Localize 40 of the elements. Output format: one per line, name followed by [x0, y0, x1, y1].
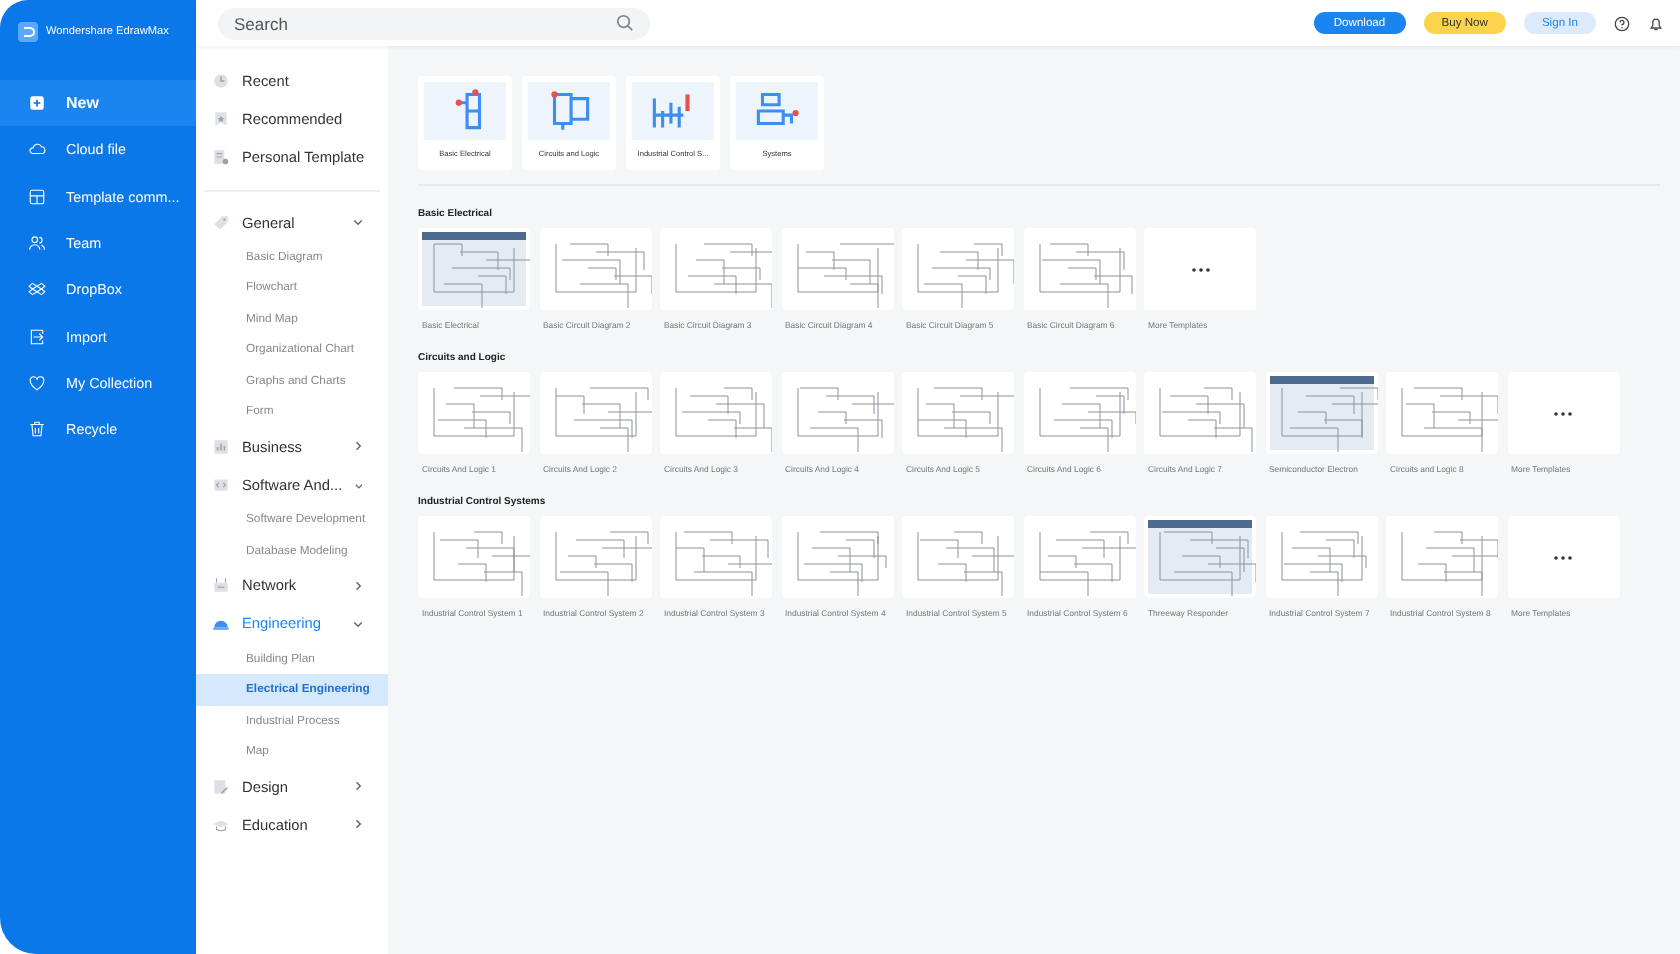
bell-icon[interactable]	[1648, 15, 1664, 31]
import-icon	[28, 327, 46, 346]
chevron-icon	[352, 818, 364, 831]
help-icon[interactable]	[1614, 15, 1630, 31]
trash-icon	[28, 420, 46, 439]
circuit-diagram-thumbnail	[418, 228, 530, 310]
team-icon	[28, 234, 46, 253]
circuit-diagram-thumbnail	[1144, 516, 1256, 598]
new-icon	[28, 94, 46, 113]
chevron-icon	[352, 617, 364, 630]
circuit-icon	[632, 82, 714, 140]
search-icon	[616, 14, 634, 32]
doc-icon	[212, 148, 230, 167]
clock-icon	[212, 72, 230, 91]
cap-icon	[212, 815, 230, 834]
code-icon	[212, 476, 230, 495]
chart-icon	[212, 437, 230, 456]
circuit-icon	[736, 82, 818, 140]
network-icon	[212, 576, 230, 595]
chevron-icon	[352, 579, 364, 592]
chevron-icon	[354, 479, 364, 492]
chevron-icon	[352, 216, 364, 229]
chevron-icon	[352, 780, 364, 793]
pen-icon	[212, 777, 230, 796]
logo-icon	[18, 21, 38, 41]
star-icon	[212, 110, 230, 129]
circuit-icon	[528, 82, 610, 140]
more-button[interactable]	[1507, 372, 1619, 454]
more-button[interactable]	[1144, 228, 1256, 310]
cloud-icon	[28, 140, 46, 159]
more-button[interactable]	[1507, 516, 1619, 598]
circuit-icon	[424, 82, 506, 140]
tag-icon	[212, 213, 230, 232]
search-field[interactable]: Search	[218, 7, 650, 39]
sidebar-item[interactable]: New	[0, 80, 196, 127]
circuit-diagram-thumbnail	[1265, 372, 1377, 454]
template-icon	[28, 187, 46, 206]
chevron-icon	[352, 440, 364, 453]
heart-icon	[28, 373, 46, 392]
dropbox-icon	[28, 280, 46, 299]
